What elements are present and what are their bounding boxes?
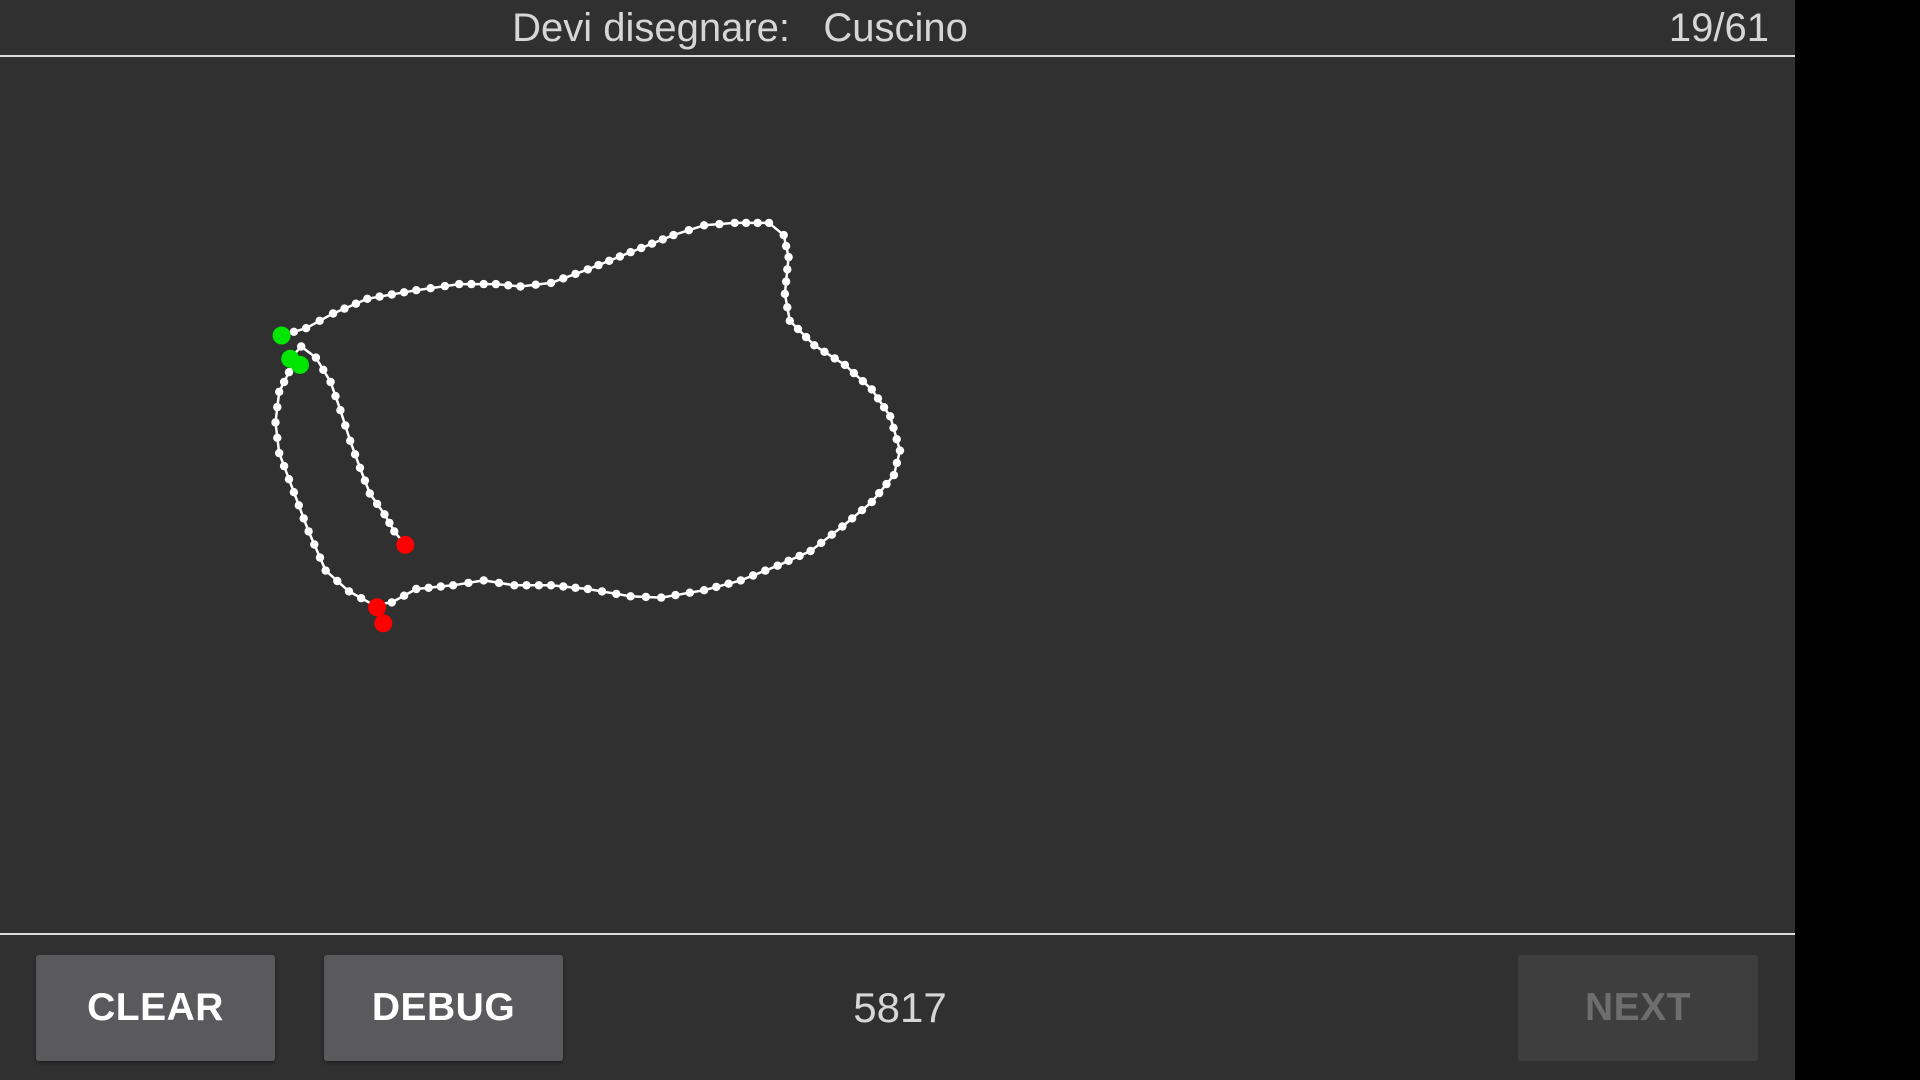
drawing-prompt: Devi disegnare: Cuscino xyxy=(0,0,1480,57)
next-button[interactable]: NEXT xyxy=(1518,955,1758,1061)
stroke-end-marker xyxy=(368,598,387,617)
drawing-canvas[interactable] xyxy=(0,59,1795,933)
prompt-word: Cuscino xyxy=(823,6,968,50)
progress-counter: 19/61 xyxy=(1668,6,1769,50)
clear-button[interactable]: CLEAR xyxy=(36,955,275,1061)
footer-bar: CLEAR DEBUG 5817 NEXT xyxy=(0,933,1795,1080)
stroke-end-marker xyxy=(396,535,415,554)
stroke-start-marker xyxy=(291,355,309,374)
stroke-end-marker xyxy=(374,614,393,633)
header-bar: Devi disegnare: Cuscino 19/61 xyxy=(0,0,1795,57)
sketch-strokes xyxy=(271,218,905,610)
stroke-start-marker xyxy=(272,326,291,345)
prompt-label: Devi disegnare: xyxy=(512,6,791,50)
debug-button[interactable]: DEBUG xyxy=(324,955,563,1061)
score-value: 5817 xyxy=(853,984,947,1031)
stroke-outline xyxy=(271,218,905,610)
drawing-app: Devi disegnare: Cuscino 19/61 CLEAR DEBU… xyxy=(0,0,1795,1080)
